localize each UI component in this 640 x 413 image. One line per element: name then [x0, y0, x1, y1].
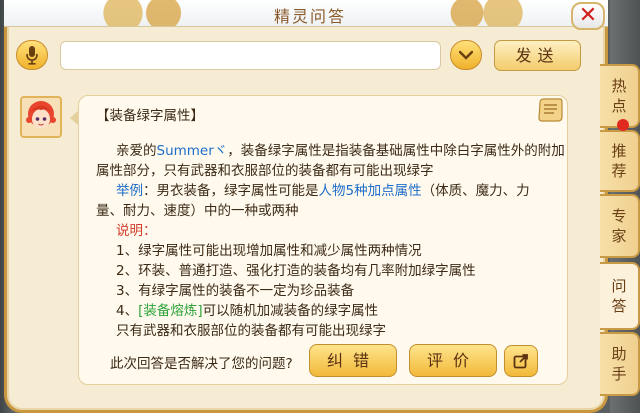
example-text-a: ：男衣装备，绿字属性可能是	[143, 183, 319, 199]
tab-qa-label-2: 答	[611, 297, 627, 315]
window-title: 精灵问答	[273, 7, 346, 26]
tab-recommend-label-1: 推	[611, 142, 627, 160]
history-dropdown-button[interactable]	[450, 40, 482, 70]
answer-example-line2: 量、耐力、速度）中的一种或两种	[96, 203, 299, 219]
avatar	[20, 96, 62, 138]
tab-qa-label-1: 问	[611, 277, 627, 295]
tab-recommend-label-2: 荐	[611, 162, 627, 180]
share-icon	[513, 354, 528, 369]
note4-prefix: 4、	[116, 303, 139, 319]
voice-input-button[interactable]	[16, 40, 48, 70]
note-item-3: 3、有绿字属性的装备不一定为珍品装备	[116, 283, 355, 299]
notification-dot	[617, 119, 629, 131]
user-name-link[interactable]: Summerヾ	[157, 143, 228, 159]
tab-expert[interactable]: 专 家	[600, 194, 640, 258]
intro-before: 亲爱的	[116, 143, 157, 159]
answer-heading: 【装备绿字属性】	[96, 108, 204, 124]
correct-error-button[interactable]: 纠错	[309, 344, 397, 377]
title-ornament-left	[96, 0, 186, 26]
send-button[interactable]: 发送	[494, 40, 581, 71]
tab-hot-label-1: 热	[611, 77, 627, 95]
intro-after: ，装备绿字属性是指装备基础属性中除白字属性外的附加	[227, 143, 565, 159]
close-icon: ✕	[578, 3, 598, 28]
answer-closing: 只有武器和衣服部位的装备都有可能出现绿字	[116, 323, 386, 339]
answer-example-line1: 举例：男衣装备，绿字属性可能是人物5种加点属性（体质、魔力、力	[116, 181, 530, 201]
close-button[interactable]: ✕	[571, 2, 605, 30]
answer-intro-line2: 属性部分，只有武器和衣服部位的装备都有可能出现绿字	[96, 163, 434, 179]
scroll-icon	[536, 97, 564, 123]
example-highlight-link[interactable]: 人物5种加点属性	[319, 183, 422, 199]
tab-assistant-label-2: 手	[611, 365, 627, 383]
feedback-question: 此次回答是否解决了您的问题?	[110, 356, 293, 372]
title-ornament-right	[440, 0, 530, 26]
tab-qa[interactable]: 问 答	[600, 262, 640, 330]
tab-recommend[interactable]: 推 荐	[600, 130, 640, 192]
tab-expert-label-2: 家	[611, 227, 627, 245]
tab-hot-label-2: 点	[611, 97, 627, 115]
note-item-2: 2、环装、普通打造、强化打造的装备均有几率附加绿字属性	[116, 263, 476, 279]
tab-assistant[interactable]: 助 手	[600, 332, 640, 396]
note-item-4: 4、[装备熔炼]可以随机加减装备的绿字属性	[116, 301, 378, 321]
microphone-icon	[26, 46, 38, 65]
share-button[interactable]	[504, 345, 538, 377]
chevron-down-icon	[459, 50, 473, 60]
tab-assistant-label-1: 助	[611, 345, 627, 363]
example-label: 举例	[116, 183, 143, 199]
question-input[interactable]	[60, 41, 441, 70]
note4-suffix: 可以随机加减装备的绿字属性	[202, 303, 379, 319]
example-text-b: （体质、魔力、力	[421, 183, 530, 199]
tab-expert-label-1: 专	[611, 207, 627, 225]
answer-intro-line1: 亲爱的Summerヾ，装备绿字属性是指装备基础属性中除白字属性外的附加	[116, 141, 565, 161]
notes-label: 说明：	[116, 223, 157, 239]
note-item-1: 1、绿字属性可能出现增加属性和减少属性两种情况	[116, 243, 422, 259]
equipment-smelting-link[interactable]: [装备熔炼]	[138, 303, 203, 319]
rate-button[interactable]: 评价	[409, 344, 497, 377]
